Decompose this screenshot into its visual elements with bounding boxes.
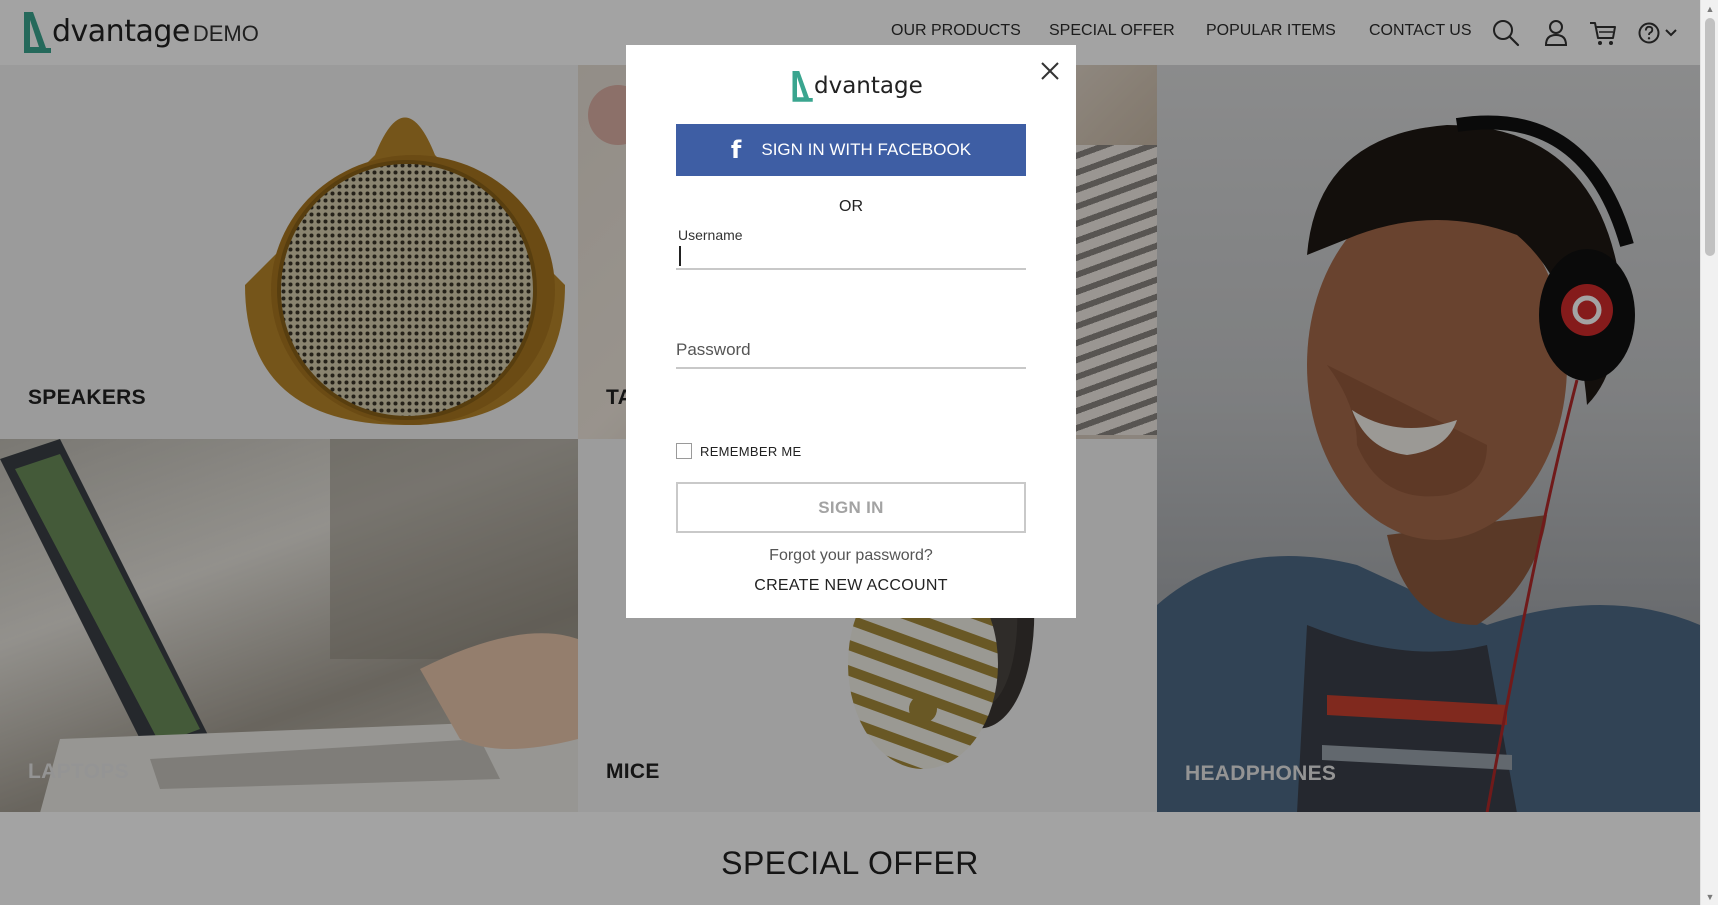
password-underline bbox=[676, 367, 1026, 369]
username-input[interactable] bbox=[676, 240, 1026, 270]
create-account-link[interactable]: CREATE NEW ACCOUNT bbox=[626, 577, 1076, 595]
scroll-thumb[interactable] bbox=[1705, 18, 1715, 256]
remember-me-label[interactable]: REMEMBER ME bbox=[700, 444, 802, 459]
login-modal: dvantage f SIGN IN WITH FACEBOOK OR User… bbox=[626, 45, 1076, 618]
page-scrollbar[interactable]: ▲ ▼ bbox=[1700, 0, 1718, 905]
facebook-signin-label: SIGN IN WITH FACEBOOK bbox=[761, 140, 972, 159]
facebook-signin-button[interactable]: f SIGN IN WITH FACEBOOK bbox=[676, 124, 1026, 176]
modal-logo: dvantage bbox=[791, 69, 923, 103]
sign-in-button[interactable]: SIGN IN bbox=[676, 482, 1026, 533]
password-input[interactable] bbox=[676, 335, 1026, 365]
remember-me-row[interactable]: REMEMBER ME bbox=[676, 443, 802, 459]
text-caret bbox=[679, 246, 681, 266]
or-divider-text: OR bbox=[839, 198, 863, 215]
remember-me-checkbox[interactable] bbox=[676, 443, 692, 459]
modal-logo-text: dvantage bbox=[814, 73, 923, 99]
advantage-logo-mark-icon bbox=[792, 71, 813, 102]
forgot-password-link[interactable]: Forgot your password? bbox=[626, 547, 1076, 565]
facebook-icon: f bbox=[730, 136, 742, 164]
scroll-up-arrow-icon[interactable]: ▲ bbox=[1701, 0, 1718, 17]
scroll-down-arrow-icon[interactable]: ▼ bbox=[1701, 888, 1718, 905]
close-icon[interactable] bbox=[1038, 59, 1062, 83]
username-underline bbox=[676, 268, 1026, 270]
